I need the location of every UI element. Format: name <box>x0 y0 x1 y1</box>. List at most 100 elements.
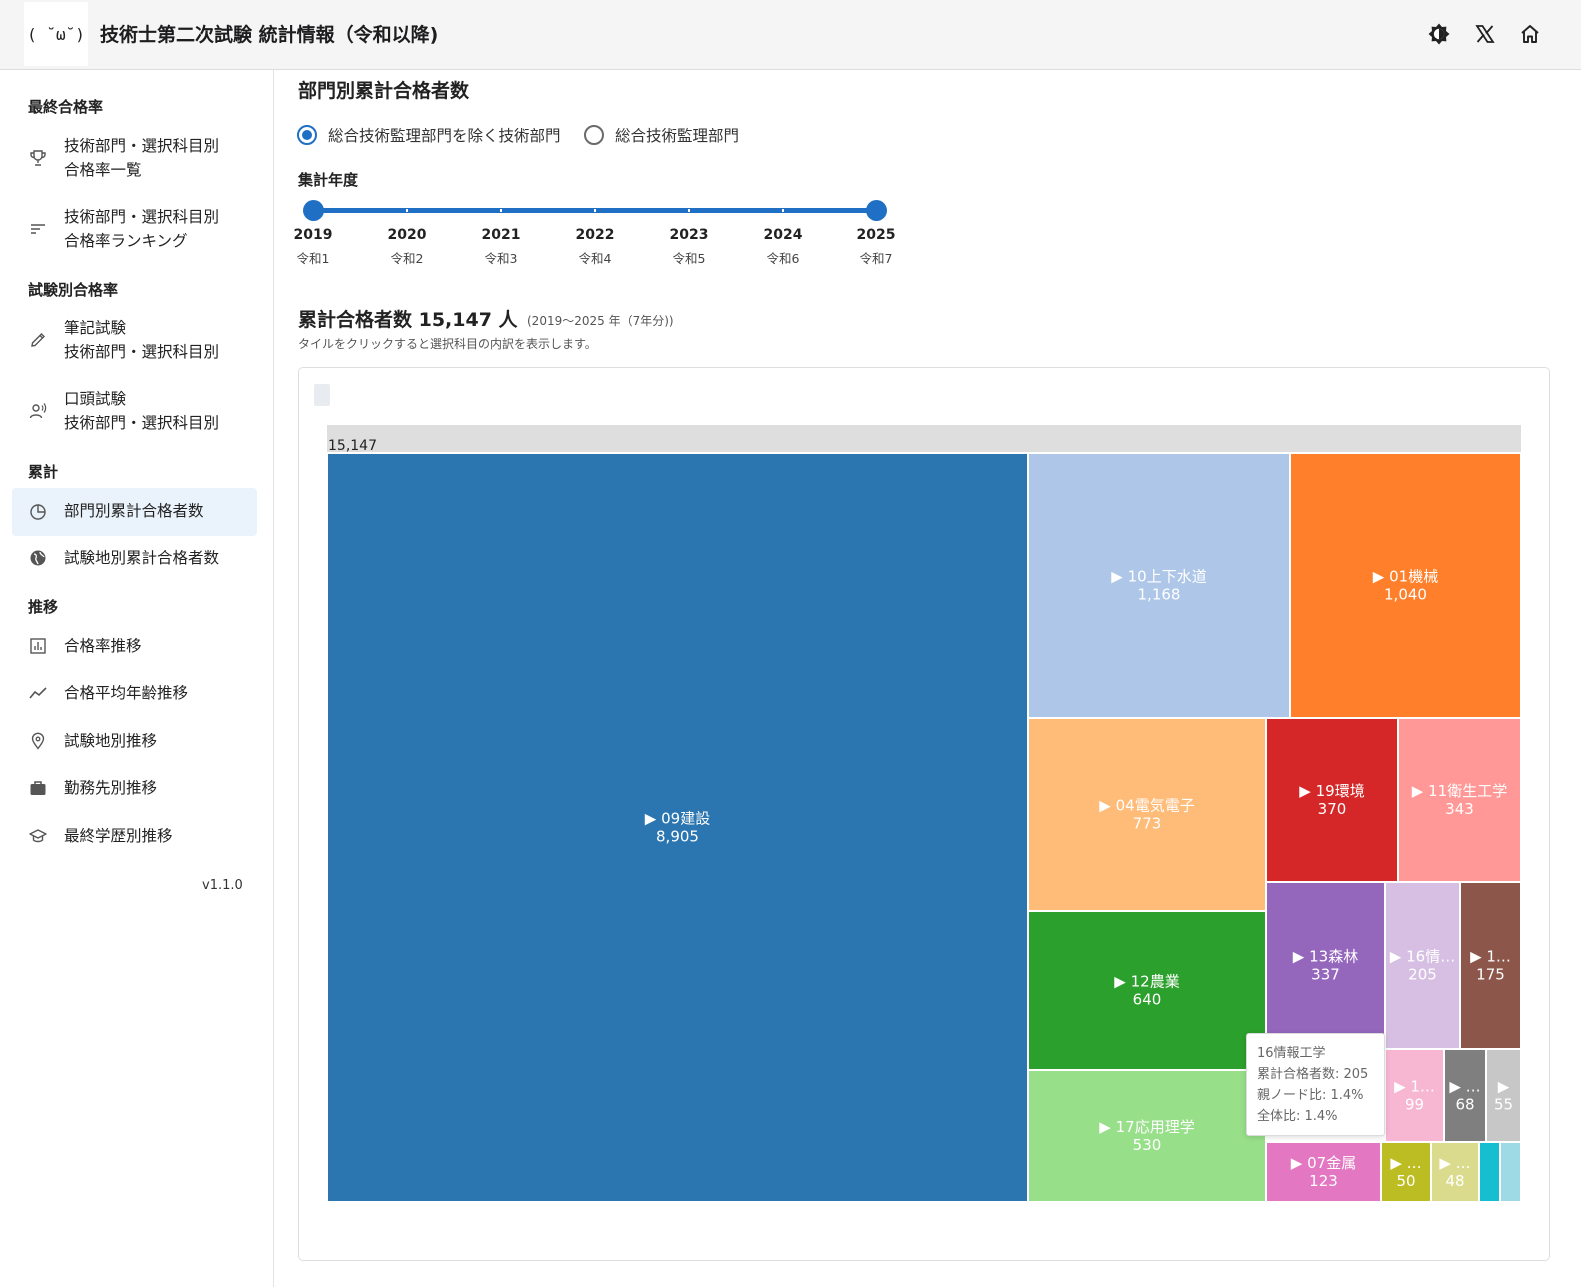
sidebar-item-label: 技術部門・選択科目別 <box>64 137 220 155</box>
chart-toolbar-button[interactable] <box>314 384 330 406</box>
total-passers-heading: 累計合格者数 15,147 人 <box>298 309 518 331</box>
sidebar-item-oral-exam[interactable]: 口頭試験 技術部門・選択科目別 <box>12 387 257 435</box>
trend-icon <box>28 683 48 703</box>
sidebar-item-label: 勤務先別推移 <box>64 779 158 797</box>
treemap-root-bar[interactable] <box>327 425 1521 454</box>
treemap-tile[interactable] <box>1430 1141 1480 1203</box>
treemap-tile[interactable] <box>326 452 1029 1203</box>
slider-tick-era: 令和7 <box>859 251 893 266</box>
location-pin-icon <box>28 731 48 751</box>
x-icon[interactable] <box>1471 20 1499 48</box>
sidebar-item-label: 技術部門・選択科目別 <box>64 208 220 226</box>
treemap-tile[interactable] <box>1380 1141 1432 1203</box>
year-filter-label: 集計年度 <box>298 171 359 189</box>
slider-tick-year: 2025 <box>856 227 896 243</box>
sidebar-item-label: 合格平均年齢推移 <box>64 684 189 702</box>
treemap-tooltip: 16情報工学 累計合格者数: 205 親ノード比: 1.4% 全体比: 1.4% <box>1246 1033 1385 1136</box>
sidebar-item-written-exam[interactable]: 筆記試験 技術部門・選択科目別 <box>12 316 257 364</box>
radio-general-only[interactable]: 総合技術監理部門 <box>584 124 739 146</box>
section-title-exam-rate: 試験別合格率 <box>28 281 119 299</box>
sidebar-item-site-trend[interactable]: 試験地別推移 <box>12 719 257 763</box>
sidebar-item-rate-ranking[interactable]: 技術部門・選択科目別 合格率ランキング <box>12 205 257 253</box>
treemap-tile[interactable] <box>1265 1141 1382 1203</box>
treemap-tile[interactable] <box>1384 881 1461 1050</box>
sidebar: 最終合格率 技術部門・選択科目別 合格率一覧 技術部門・選択科目別 合格率ランキ… <box>0 70 274 1287</box>
treemap-tile[interactable] <box>1265 717 1399 883</box>
slider-tick-era: 令和6 <box>766 251 800 266</box>
slider-mark <box>500 209 502 212</box>
section-title-trend: 推移 <box>28 598 59 616</box>
treemap-tile[interactable] <box>1027 452 1291 719</box>
tooltip-title: 16情報工学 <box>1257 1046 1326 1061</box>
treemap-tile[interactable] <box>1459 881 1522 1050</box>
radio-indicator[interactable] <box>584 125 604 145</box>
radio-label: 総合技術監理部門を除く技術部門 <box>328 127 561 145</box>
brightness-icon[interactable] <box>1425 20 1453 48</box>
slider-tick-year: 2019 <box>293 227 333 243</box>
sidebar-item-label: 試験地別推移 <box>64 732 158 750</box>
graduation-cap-icon <box>28 826 48 846</box>
slider-tick-era: 令和5 <box>672 251 706 266</box>
treemap-tile[interactable] <box>1478 1141 1501 1203</box>
year-range-end-thumb[interactable] <box>866 200 887 221</box>
total-range-note: (2019〜2025 年（7年分)) <box>527 314 674 328</box>
home-icon[interactable] <box>1516 20 1544 48</box>
sidebar-item-label: 筆記試験 <box>64 319 127 337</box>
tooltip-parent-ratio: 親ノード比: 1.4% <box>1257 1088 1364 1103</box>
treemap-tile[interactable] <box>1265 881 1386 1050</box>
sidebar-item-label: 試験地別累計合格者数 <box>64 549 220 567</box>
slider-tick-year: 2020 <box>387 227 427 243</box>
sidebar-item-age-trend[interactable]: 合格平均年齢推移 <box>12 671 257 715</box>
slider-tick-era: 令和2 <box>390 251 424 266</box>
slider-tick-era: 令和3 <box>484 251 518 266</box>
pencil-icon <box>28 330 48 350</box>
slider-tick-year: 2021 <box>481 227 521 243</box>
globe-icon <box>28 548 48 568</box>
treemap-tile[interactable] <box>1289 452 1522 719</box>
treemap-tile[interactable] <box>1027 717 1267 912</box>
trophy-icon <box>28 148 48 168</box>
treemap-tile[interactable] <box>1027 910 1267 1071</box>
treemap-tile[interactable] <box>1397 717 1522 883</box>
treemap-tile[interactable] <box>1027 1069 1267 1203</box>
radio-exclude-general[interactable]: 総合技術監理部門を除く技術部門 <box>297 124 561 146</box>
slider-tick-era: 令和4 <box>578 251 612 266</box>
sidebar-item-dept-cumulative[interactable]: 部門別累計合格者数 <box>12 488 257 536</box>
slider-mark <box>594 209 596 212</box>
tooltip-count: 累計合格者数: 205 <box>1257 1067 1369 1082</box>
sidebar-item-rate-list[interactable]: 技術部門・選択科目別 合格率一覧 <box>12 134 257 182</box>
app-logo[interactable]: ( ˘ω˘) <box>24 2 88 66</box>
radio-label: 総合技術監理部門 <box>615 127 740 145</box>
section-title-final-rate: 最終合格率 <box>28 98 104 116</box>
sidebar-item-label: 合格率ランキング <box>64 232 188 250</box>
app-version: v1.1.0 <box>202 878 243 893</box>
slider-tick-era: 令和1 <box>296 251 330 266</box>
speaker-icon <box>28 401 48 421</box>
sidebar-item-label: 部門別累計合格者数 <box>64 502 204 520</box>
app-title: 技術士第二次試験 統計情報（令和以降) <box>100 24 439 46</box>
year-range-start-thumb[interactable] <box>303 200 324 221</box>
radio-indicator-checked[interactable] <box>297 125 317 145</box>
sidebar-item-education-trend[interactable]: 最終学歴別推移 <box>12 814 257 858</box>
treemap-hint: タイルをクリックすると選択科目の内訳を表示します。 <box>298 337 597 351</box>
slider-mark <box>688 209 690 212</box>
slider-tick-year: 2022 <box>575 227 615 243</box>
treemap-tile[interactable] <box>1499 1141 1522 1203</box>
sidebar-item-label: 最終学歴別推移 <box>64 827 173 845</box>
slider-mark <box>782 209 784 212</box>
app-header: ( ˘ω˘) 技術士第二次試験 統計情報（令和以降) <box>0 0 1581 70</box>
sidebar-item-label: 合格率推移 <box>64 637 142 655</box>
pie-chart-icon <box>28 502 48 522</box>
sidebar-item-site-cumulative[interactable]: 試験地別累計合格者数 <box>12 536 257 580</box>
sidebar-item-label: 口頭試験 <box>64 390 127 408</box>
treemap-tile[interactable] <box>1443 1048 1487 1143</box>
sort-icon <box>28 219 48 239</box>
sidebar-item-rate-trend[interactable]: 合格率推移 <box>12 624 257 668</box>
treemap-tile[interactable] <box>1384 1048 1445 1143</box>
briefcase-icon <box>28 778 48 798</box>
treemap-tile[interactable] <box>1485 1048 1522 1143</box>
sidebar-item-label: 合格率一覧 <box>64 161 142 179</box>
page-title: 部門別累計合格者数 <box>298 80 470 102</box>
slider-tick-year: 2023 <box>669 227 709 243</box>
sidebar-item-employer-trend[interactable]: 勤務先別推移 <box>12 766 257 810</box>
